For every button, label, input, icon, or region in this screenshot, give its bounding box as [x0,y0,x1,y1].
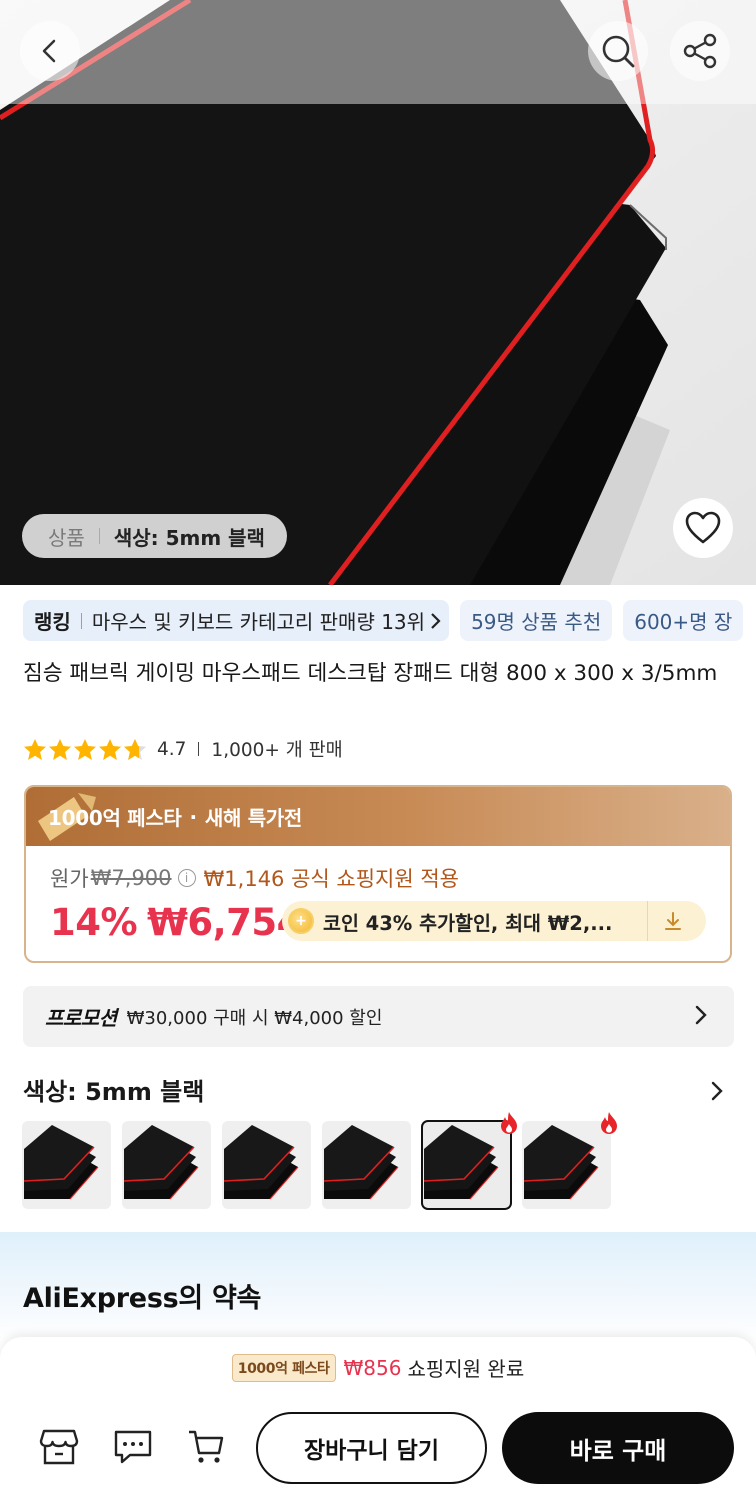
recommend-text: 59명 상품 추천 [471,610,602,634]
promise-section: AliExpress의 약속 [0,1232,756,1342]
ranking-text: 마우스 및 키보드 카테고리 판매량 13위 [91,610,426,634]
color-swatch[interactable] [322,1121,411,1209]
festa-subsidy-line: 1000억 페스타 ₩856 쇼핑지원 완료 [0,1353,756,1382]
variant-chip-divider [98,528,100,544]
add-to-cart-button[interactable]: 장바구니 담기 [256,1412,487,1484]
variant-chip-value: 색상: 5mm 블랙 [113,525,265,550]
star-half-icon [124,738,146,760]
rating-divider [198,742,200,756]
search-icon [602,35,635,68]
chevron-right-icon[interactable] [710,1080,724,1102]
festa-brand: 1000억 페스타 [48,806,182,830]
back-icon [42,39,56,63]
hot-fire-icon [501,1112,517,1134]
star-icon [74,738,96,760]
star-icon [99,738,121,760]
cart-icon [189,1430,224,1463]
festa-badge: 1000억 페스타 [231,1353,336,1382]
price-row: 14% ₩6,754 [50,901,302,944]
color-swatch[interactable] [222,1121,311,1209]
festa-amount: ₩856 [343,1355,402,1380]
rating-row[interactable]: 4.7 1,000+ 개 판매 [23,736,343,762]
back-button[interactable] [20,21,80,81]
store-icon [39,1429,79,1465]
download-coupon-button[interactable] [648,910,698,932]
chevron-right-icon [431,612,441,629]
star-icon [24,738,46,760]
cart-button[interactable] [182,1423,230,1471]
subsidy-text: ₩1,146 공식 쇼핑지원 적용 [203,867,459,891]
swatch-image [423,1125,499,1200]
sold-count: 1,000+ 개 판매 [211,740,343,761]
rating-value: 4.7 [157,738,187,760]
discount-percent: 14% [50,901,138,944]
chat-icon [114,1430,152,1464]
info-icon[interactable]: i [177,869,196,887]
selected-variant-chip[interactable]: 상품 색상: 5mm 블랙 [22,514,287,558]
festa-dot: · [189,804,198,829]
festa-banner: 1000억 페스타 · 새해 특가전 [26,787,730,846]
swatch-image [123,1125,199,1200]
rating-stars [23,738,147,761]
promotion-text: ₩30,000 구매 시 ₩4,000 할인 [126,1007,383,1029]
more-chip[interactable]: 600+명 장 [623,600,744,641]
festa-text: 쇼핑지원 완료 [407,1357,525,1381]
hot-fire-icon [601,1112,617,1134]
ranking-divider [80,612,82,629]
original-price-label: 원가 [50,867,89,891]
ranking-chip[interactable]: 랭킹 마우스 및 키보드 카테고리 판매량 13위 [23,600,450,641]
sale-price: ₩6,754 [147,901,302,944]
promise-title: AliExpress의 약속 [23,1283,262,1314]
chat-button[interactable] [109,1423,157,1471]
ranking-label: 랭킹 [34,610,71,634]
color-swatch[interactable] [522,1112,617,1209]
color-selector-title[interactable]: 색상: 5mm 블랙 [23,1072,204,1107]
promotion-row[interactable]: 프로모션 ₩30,000 구매 시 ₩4,000 할인 [23,986,734,1047]
store-button[interactable] [35,1423,83,1471]
coin-icon: + [288,908,314,934]
more-chip-text: 600+명 장 [634,610,733,634]
download-icon [665,912,681,930]
swatch-image [23,1125,99,1200]
color-swatch[interactable] [122,1121,211,1209]
heart-icon [685,511,721,544]
share-icon [683,33,717,69]
original-price: ₩7,900 [90,866,172,890]
price-card: 1000억 페스타 · 새해 특가전 원가 ₩7,900 i ₩1,146 공식… [24,785,732,963]
buy-now-button[interactable]: 바로 구매 [502,1412,734,1484]
coin-discount-text: 코인 43% 추가할인, 최대 ₩2,... [323,911,613,935]
share-button[interactable] [670,21,730,81]
festa-event: 새해 특가전 [204,806,303,830]
bottom-action-bar: 1000억 페스타 ₩856 쇼핑지원 완료 장바구니 담기 바로 구매 [0,1337,756,1501]
recommend-chip[interactable]: 59명 상품 추천 [460,600,613,641]
promotion-label: 프로모션 [45,1006,117,1030]
swatch-image [523,1125,599,1200]
color-swatches [22,1112,617,1210]
star-icon [49,738,71,760]
swatch-image [223,1125,299,1200]
variant-chip-label: 상품 [48,525,85,550]
info-chips-row: 랭킹 마우스 및 키보드 카테고리 판매량 13위 59명 상품 추천 600+… [23,600,744,641]
product-title: 짐승 패브릭 게이밍 마우스패드 데스크탑 장패드 대형 800 x 300 x… [23,661,718,686]
product-image-gallery[interactable]: 상품 색상: 5mm 블랙 [0,0,756,585]
search-button[interactable] [588,21,648,81]
original-price-row: 원가 ₩7,900 i ₩1,146 공식 쇼핑지원 적용 [50,863,459,893]
wishlist-button[interactable] [673,498,733,558]
coin-discount-pill[interactable]: + 코인 43% 추가할인, 최대 ₩2,... [282,901,706,941]
color-swatch[interactable] [421,1112,517,1210]
chevron-right-icon [695,1005,707,1025]
swatch-image [323,1125,399,1200]
color-swatch[interactable] [22,1121,111,1209]
